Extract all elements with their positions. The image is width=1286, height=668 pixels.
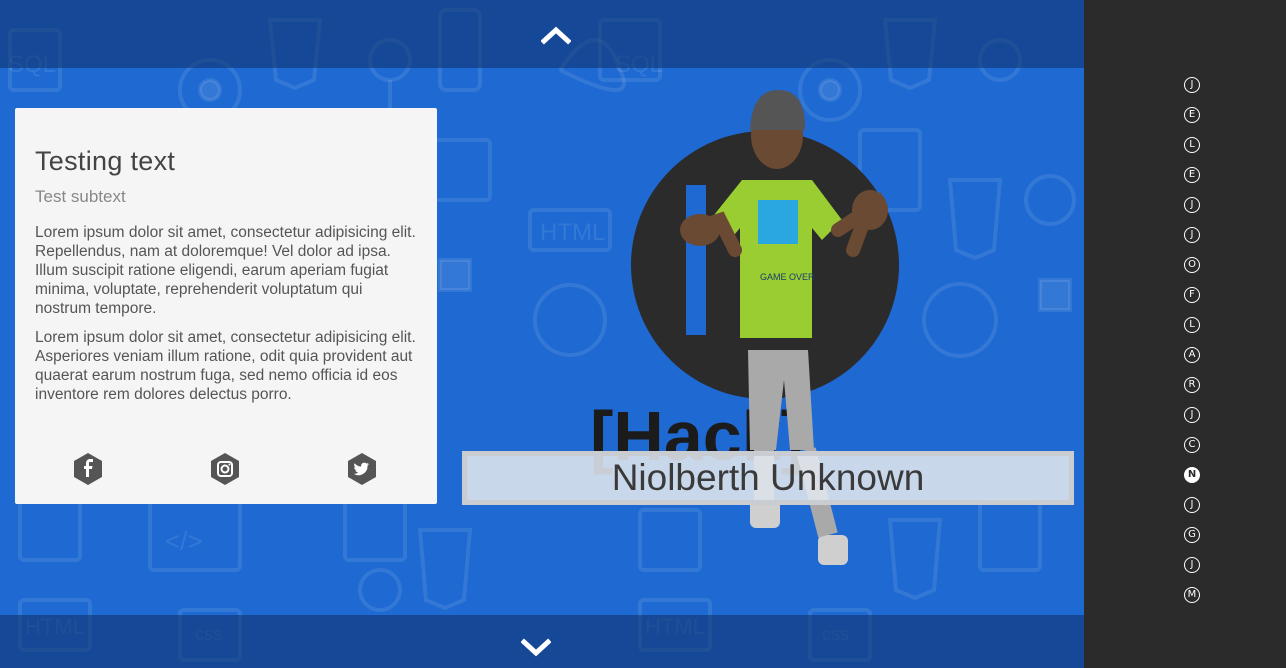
logo-bracket-left bbox=[686, 185, 706, 335]
card-paragraph: Lorem ipsum dolor sit amet, consectetur … bbox=[35, 224, 416, 317]
person-name: Niolberth Unknown bbox=[611, 457, 925, 498]
scroll-up-button[interactable] bbox=[536, 20, 576, 50]
card-paragraph: Lorem ipsum dolor sit amet, consectetur … bbox=[35, 329, 416, 403]
slide-dot[interactable]: A bbox=[1184, 347, 1200, 363]
facebook-icon bbox=[74, 453, 102, 485]
slide-dot[interactable]: L bbox=[1184, 317, 1200, 333]
person-beanie bbox=[750, 90, 806, 130]
slide-dot[interactable]: L bbox=[1184, 137, 1200, 153]
svg-text:</>: </> bbox=[165, 526, 203, 556]
person-hand-left bbox=[680, 214, 720, 246]
shirt-graphic bbox=[758, 200, 798, 244]
name-banner: Niolberth Unknown bbox=[462, 451, 1074, 505]
slide-dot[interactable]: M bbox=[1184, 587, 1200, 603]
person-hand-right bbox=[852, 190, 888, 230]
slide-dot[interactable]: R bbox=[1184, 377, 1200, 393]
facebook-link[interactable] bbox=[72, 452, 104, 486]
slide-dot[interactable]: J bbox=[1184, 197, 1200, 213]
card-title: Testing text bbox=[35, 146, 176, 176]
slide-dot[interactable]: J bbox=[1184, 227, 1200, 243]
scroll-down-button[interactable] bbox=[516, 633, 556, 663]
slide-dot[interactable]: E bbox=[1184, 167, 1200, 183]
info-card: Testing text Test subtext Lorem ipsum do… bbox=[15, 108, 437, 504]
slide-dot[interactable]: J bbox=[1184, 497, 1200, 513]
slide-dot[interactable]: E bbox=[1184, 107, 1200, 123]
hero-stage: SQL SQL HTML bbox=[0, 0, 1084, 668]
slide-dot[interactable]: J bbox=[1184, 407, 1200, 423]
card-subtitle: Test subtext bbox=[35, 187, 126, 206]
slide-dot[interactable]: J bbox=[1184, 77, 1200, 93]
twitter-icon bbox=[348, 453, 376, 485]
instagram-link[interactable] bbox=[209, 452, 241, 486]
slide-dot[interactable]: J bbox=[1184, 557, 1200, 573]
slide-dot[interactable]: G bbox=[1184, 527, 1200, 543]
slide-dot[interactable]: F bbox=[1184, 287, 1200, 303]
instagram-icon bbox=[211, 453, 239, 485]
twitter-link[interactable] bbox=[346, 452, 378, 486]
social-links bbox=[15, 452, 437, 486]
slide-dot[interactable]: C bbox=[1184, 437, 1200, 453]
shirt-text: GAME OVER bbox=[760, 272, 815, 282]
sidebar: JELEJJOFLARJCNJGJM bbox=[1084, 0, 1286, 668]
slide-dot[interactable]: O bbox=[1184, 257, 1200, 273]
chevron-down-icon bbox=[521, 638, 551, 657]
chevron-up-icon bbox=[541, 26, 571, 45]
person-shoe-right bbox=[818, 535, 848, 565]
slide-dot[interactable]: N bbox=[1184, 467, 1200, 483]
